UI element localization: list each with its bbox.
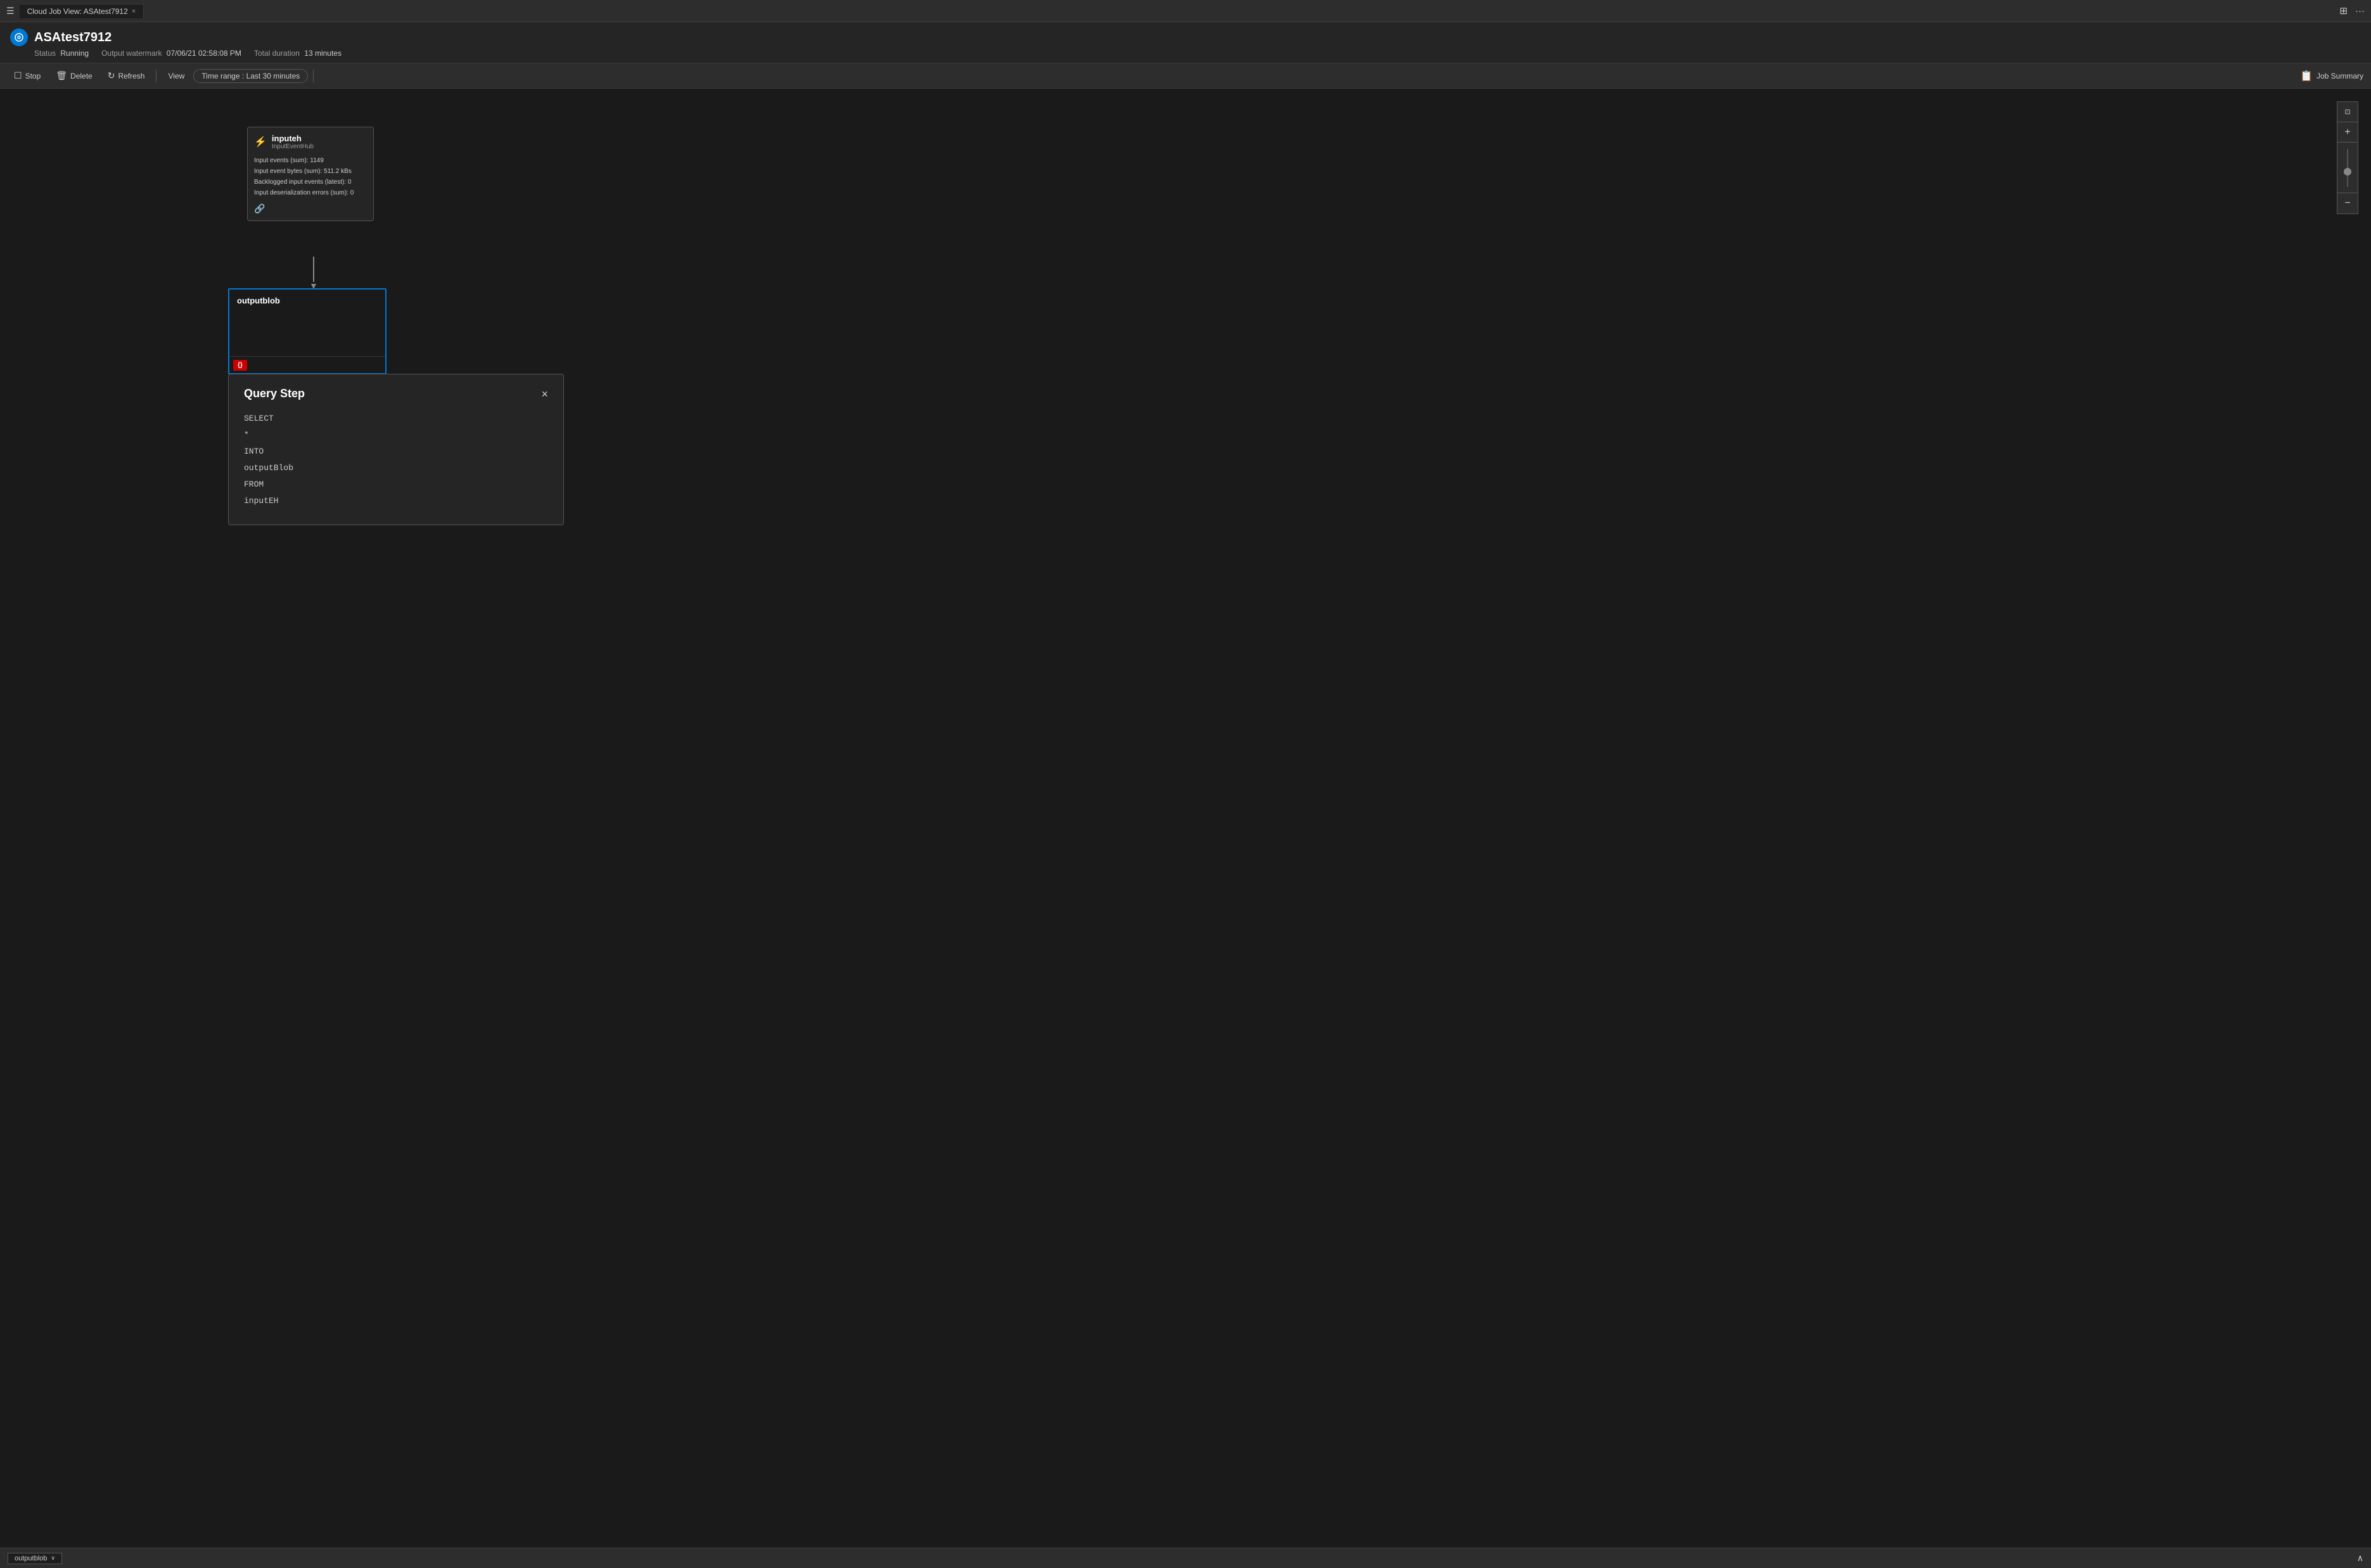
app-title-icon (10, 29, 28, 46)
title-bar-left: ☰ Cloud Job View: ASAtest7912 × (6, 4, 144, 18)
query-line-4: outputBlob (244, 460, 548, 476)
duration-label: Total duration 13 minutes (254, 49, 342, 58)
stop-icon: ☐ (14, 70, 22, 81)
node-icon: ⚡ (254, 136, 267, 148)
hamburger-icon[interactable]: ☰ (6, 6, 15, 16)
delete-button[interactable]: 🗑 Delete (49, 68, 98, 84)
job-summary-icon: 📋 (2300, 70, 2313, 82)
title-bar: ☰ Cloud Job View: ASAtest7912 × ⊞ ··· (0, 0, 2371, 22)
output-node[interactable]: outputblob {} (228, 288, 387, 374)
node-link-icon[interactable]: 🔗 (254, 203, 367, 214)
zoom-minus-icon: − (2344, 198, 2350, 209)
more-icon[interactable]: ··· (2355, 6, 2365, 16)
input-node[interactable]: ⚡ inputeh InputEventHub Input events (su… (247, 127, 374, 221)
output-node-body (229, 312, 385, 356)
query-line-6: inputEH (244, 493, 548, 509)
chevron-up-button[interactable]: ∧ (2357, 1553, 2363, 1564)
query-line-2: * (244, 427, 548, 443)
bottom-right: ∧ (2357, 1553, 2363, 1564)
canvas-area: ⊡ + − ⚡ inputeh InputEventHub Input even… (0, 89, 2371, 1546)
time-range-button[interactable]: Time range : Last 30 minutes (193, 69, 308, 83)
query-popup-header: Query Step × (244, 387, 548, 400)
refresh-icon: ↻ (108, 70, 115, 81)
zoom-plus-icon: + (2344, 127, 2350, 138)
toolbar-right: 📋 Job Summary (2300, 70, 2363, 82)
toolbar-separator-2 (313, 70, 314, 82)
query-popup-title: Query Step (244, 387, 305, 400)
node-header: ⚡ inputeh InputEventHub (254, 134, 367, 150)
app-header: ASAtest7912 Status Running Output waterm… (0, 22, 2371, 63)
query-close-button[interactable]: × (541, 388, 548, 400)
zoom-out-button[interactable]: − (2337, 193, 2358, 214)
zoom-track (2347, 149, 2348, 187)
status-label: Status Running (34, 49, 89, 58)
view-button[interactable]: View (162, 69, 191, 83)
delete-icon: 🗑 (56, 70, 67, 81)
tab-close-button[interactable]: × (132, 8, 136, 15)
refresh-button[interactable]: ↻ Refresh (101, 68, 151, 84)
connector: ▼ (309, 257, 318, 291)
zoom-controls: ⊡ + − (2337, 101, 2358, 214)
zoom-in-button[interactable]: + (2337, 122, 2358, 143)
zoom-thumb[interactable] (2344, 168, 2351, 175)
query-popup: Query Step × SELECT * INTO outputBlob FR… (228, 374, 564, 525)
zoom-fit-button[interactable]: ⊡ (2337, 102, 2358, 122)
job-summary-button[interactable]: 📋 Job Summary (2300, 70, 2363, 82)
tab-label: Cloud Job View: ASAtest7912 (27, 7, 128, 16)
page-title: ASAtest7912 (34, 30, 112, 45)
zoom-fit-icon: ⊡ (2344, 108, 2350, 116)
zoom-slider[interactable] (2337, 143, 2358, 193)
query-line-3: INTO (244, 443, 548, 460)
chevron-down-icon: ∨ (51, 1555, 55, 1562)
app-title: ASAtest7912 (10, 29, 2361, 46)
node-title-block: inputeh InputEventHub (272, 134, 314, 150)
layout-icon[interactable]: ⊞ (2339, 5, 2348, 16)
connector-line (313, 257, 314, 282)
node-stats: Input events (sum): 1149 Input event byt… (254, 155, 367, 198)
bottom-tab[interactable]: outputblob ∨ (8, 1553, 62, 1564)
toolbar-separator (156, 70, 157, 82)
output-node-footer: {} (229, 356, 385, 373)
query-badge-button[interactable]: {} (233, 360, 247, 371)
query-line-1: SELECT (244, 411, 548, 427)
app-meta: Status Running Output watermark 07/06/21… (10, 49, 2361, 58)
output-node-header: outputblob (229, 290, 385, 312)
query-line-5: FROM (244, 476, 548, 493)
toolbar: ☐ Stop 🗑 Delete ↻ Refresh View Time rang… (0, 63, 2371, 89)
watermark-label: Output watermark 07/06/21 02:58:08 PM (101, 49, 241, 58)
title-bar-right: ⊞ ··· (2339, 5, 2365, 16)
stop-button[interactable]: ☐ Stop (8, 68, 47, 84)
active-tab[interactable]: Cloud Job View: ASAtest7912 × (20, 4, 144, 18)
query-code: SELECT * INTO outputBlob FROM inputEH (244, 411, 548, 509)
bottom-bar: outputblob ∨ ∧ (0, 1548, 2371, 1568)
